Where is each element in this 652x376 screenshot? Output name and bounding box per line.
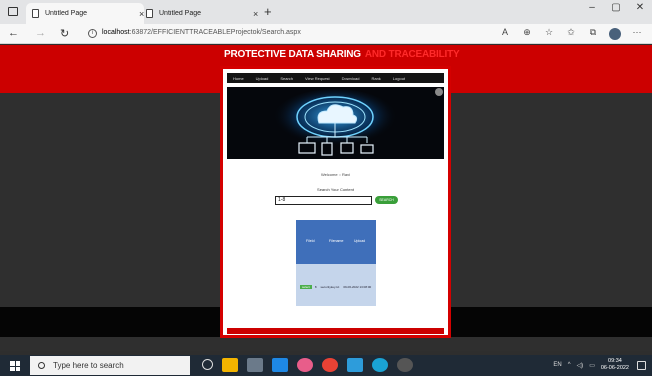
menu-download[interactable]: Download (342, 76, 360, 81)
col-filename: Filename (329, 239, 344, 243)
table-row: select 8 securitykey.txt 09-06-2022 13:0… (300, 285, 376, 289)
task-view-icon[interactable] (202, 359, 213, 370)
col-fileid: FileId (306, 239, 315, 243)
menu-home[interactable]: Home (233, 76, 244, 81)
select-link[interactable]: select (300, 285, 312, 289)
window-controls: – ▢ ✕ (580, 2, 652, 13)
page-icon (146, 9, 153, 18)
minimize-button[interactable]: – (580, 2, 604, 13)
favorite-icon[interactable]: ☆ (538, 27, 560, 42)
taskbar-search-placeholder: Type here to search (53, 361, 124, 370)
taskbar: Type here to search EN ^ ◁) ▭ 09:34 06-0… (0, 355, 652, 376)
tab-untitled-2[interactable]: Untitled Page × (140, 3, 258, 24)
mail-icon[interactable] (272, 358, 288, 372)
results-header: FileId Filename Upload (296, 220, 376, 264)
menu-upload[interactable]: Upload (256, 76, 269, 81)
close-tab-icon[interactable]: × (253, 9, 258, 19)
address-toolbar: ← → ↻ i localhost:63872/EFFICIENTTRACEAB… (0, 24, 652, 44)
edge-icon[interactable] (372, 358, 388, 372)
page-icon (32, 9, 39, 18)
read-aloud-icon[interactable]: A (494, 27, 516, 42)
clock[interactable]: 09:34 06-06-2022 (601, 358, 629, 372)
row-file-id: 8 (314, 285, 317, 289)
tab-label: Untitled Page (45, 10, 88, 17)
site-title-main: PROTECTIVE DATA SHARING (224, 49, 361, 60)
maximize-button[interactable]: ▢ (604, 2, 628, 13)
chrome-icon[interactable] (322, 358, 338, 372)
taskbar-search[interactable]: Type here to search (30, 356, 190, 375)
row-file-name: securitykey.txt (320, 285, 340, 289)
tray-chevron-icon[interactable]: ^ (568, 362, 571, 368)
profile-icon[interactable] (604, 27, 626, 42)
site-title-accent: AND TRACEABILITY (364, 49, 460, 60)
collections-icon[interactable]: ⧉ (582, 27, 604, 42)
url-path: :63872/EFFICIENTTRACEABLEProjectok/Searc… (129, 29, 301, 36)
tab-untitled-1[interactable]: Untitled Page × (26, 3, 145, 24)
start-button[interactable] (10, 361, 20, 371)
zoom-icon[interactable]: ⊕ (516, 27, 538, 42)
menu-rank[interactable]: Rank (371, 76, 380, 81)
hero-banner (227, 87, 444, 159)
language-indicator[interactable]: EN (553, 362, 561, 368)
tool-app-icon[interactable] (347, 358, 363, 372)
tab-actions-icon[interactable] (8, 7, 18, 16)
site-title: PROTECTIVE DATA SHARING AND TRACEABILITY (224, 49, 460, 60)
notifications-icon[interactable] (637, 360, 646, 370)
pinned-apps (202, 358, 422, 372)
clock-time: 09:34 (608, 358, 622, 364)
content-footer-bar (227, 328, 444, 334)
network-icon[interactable]: ▭ (589, 362, 595, 369)
search-label: Search Your Content (317, 187, 354, 192)
tab-strip: Untitled Page × Untitled Page × + – ▢ ✕ (0, 0, 652, 24)
search-button[interactable]: SEARCH DATA (375, 196, 398, 210)
forward-button[interactable]: → (35, 27, 46, 39)
menu-view-request[interactable]: View Request (305, 76, 330, 81)
welcome-text: Welcome :: Ravi (320, 172, 351, 177)
site-menu: Home Upload Search View Request Download… (227, 73, 444, 83)
url-host: localhost (102, 29, 130, 36)
tab-label: Untitled Page (159, 10, 202, 17)
browser-tools: A ⊕ ☆ ✩ ⧉ ··· (494, 27, 648, 42)
back-button[interactable]: ← (8, 27, 19, 39)
more-menu-icon[interactable]: ··· (626, 27, 648, 42)
app-icon[interactable] (297, 358, 313, 372)
search-icon (38, 362, 45, 369)
cloud-network-illustration (227, 87, 444, 159)
info-icon[interactable]: i (88, 29, 97, 38)
app-icon-2[interactable] (397, 358, 413, 372)
col-upload: Upload (354, 239, 366, 243)
content-panel: Home Upload Search View Request Download… (220, 66, 451, 338)
favorites-list-icon[interactable]: ✩ (560, 27, 582, 42)
file-explorer-icon[interactable] (222, 358, 238, 372)
close-window-button[interactable]: ✕ (628, 2, 652, 13)
camera-app-icon[interactable] (247, 358, 263, 372)
refresh-button[interactable]: ↻ (60, 27, 69, 40)
volume-icon[interactable]: ◁) (577, 362, 584, 369)
search-input[interactable]: 1-8 (275, 196, 372, 205)
new-tab-button[interactable]: + (264, 4, 272, 19)
system-tray: EN ^ ◁) ▭ 09:34 06-06-2022 (553, 358, 646, 372)
web-page: PROTECTIVE DATA SHARING AND TRACEABILITY … (0, 45, 652, 351)
browser-window: Untitled Page × Untitled Page × + – ▢ ✕ … (0, 0, 652, 376)
results-table: FileId Filename Upload select 8 security… (296, 220, 376, 306)
row-upload-date: 09-06-2022 13:08:00 (343, 285, 372, 289)
clock-date: 06-06-2022 (600, 365, 629, 371)
menu-logout[interactable]: Logout (393, 76, 405, 81)
menu-search[interactable]: Search (280, 76, 293, 81)
url-field[interactable]: localhost:63872/EFFICIENTTRACEABLEProjec… (102, 29, 301, 36)
